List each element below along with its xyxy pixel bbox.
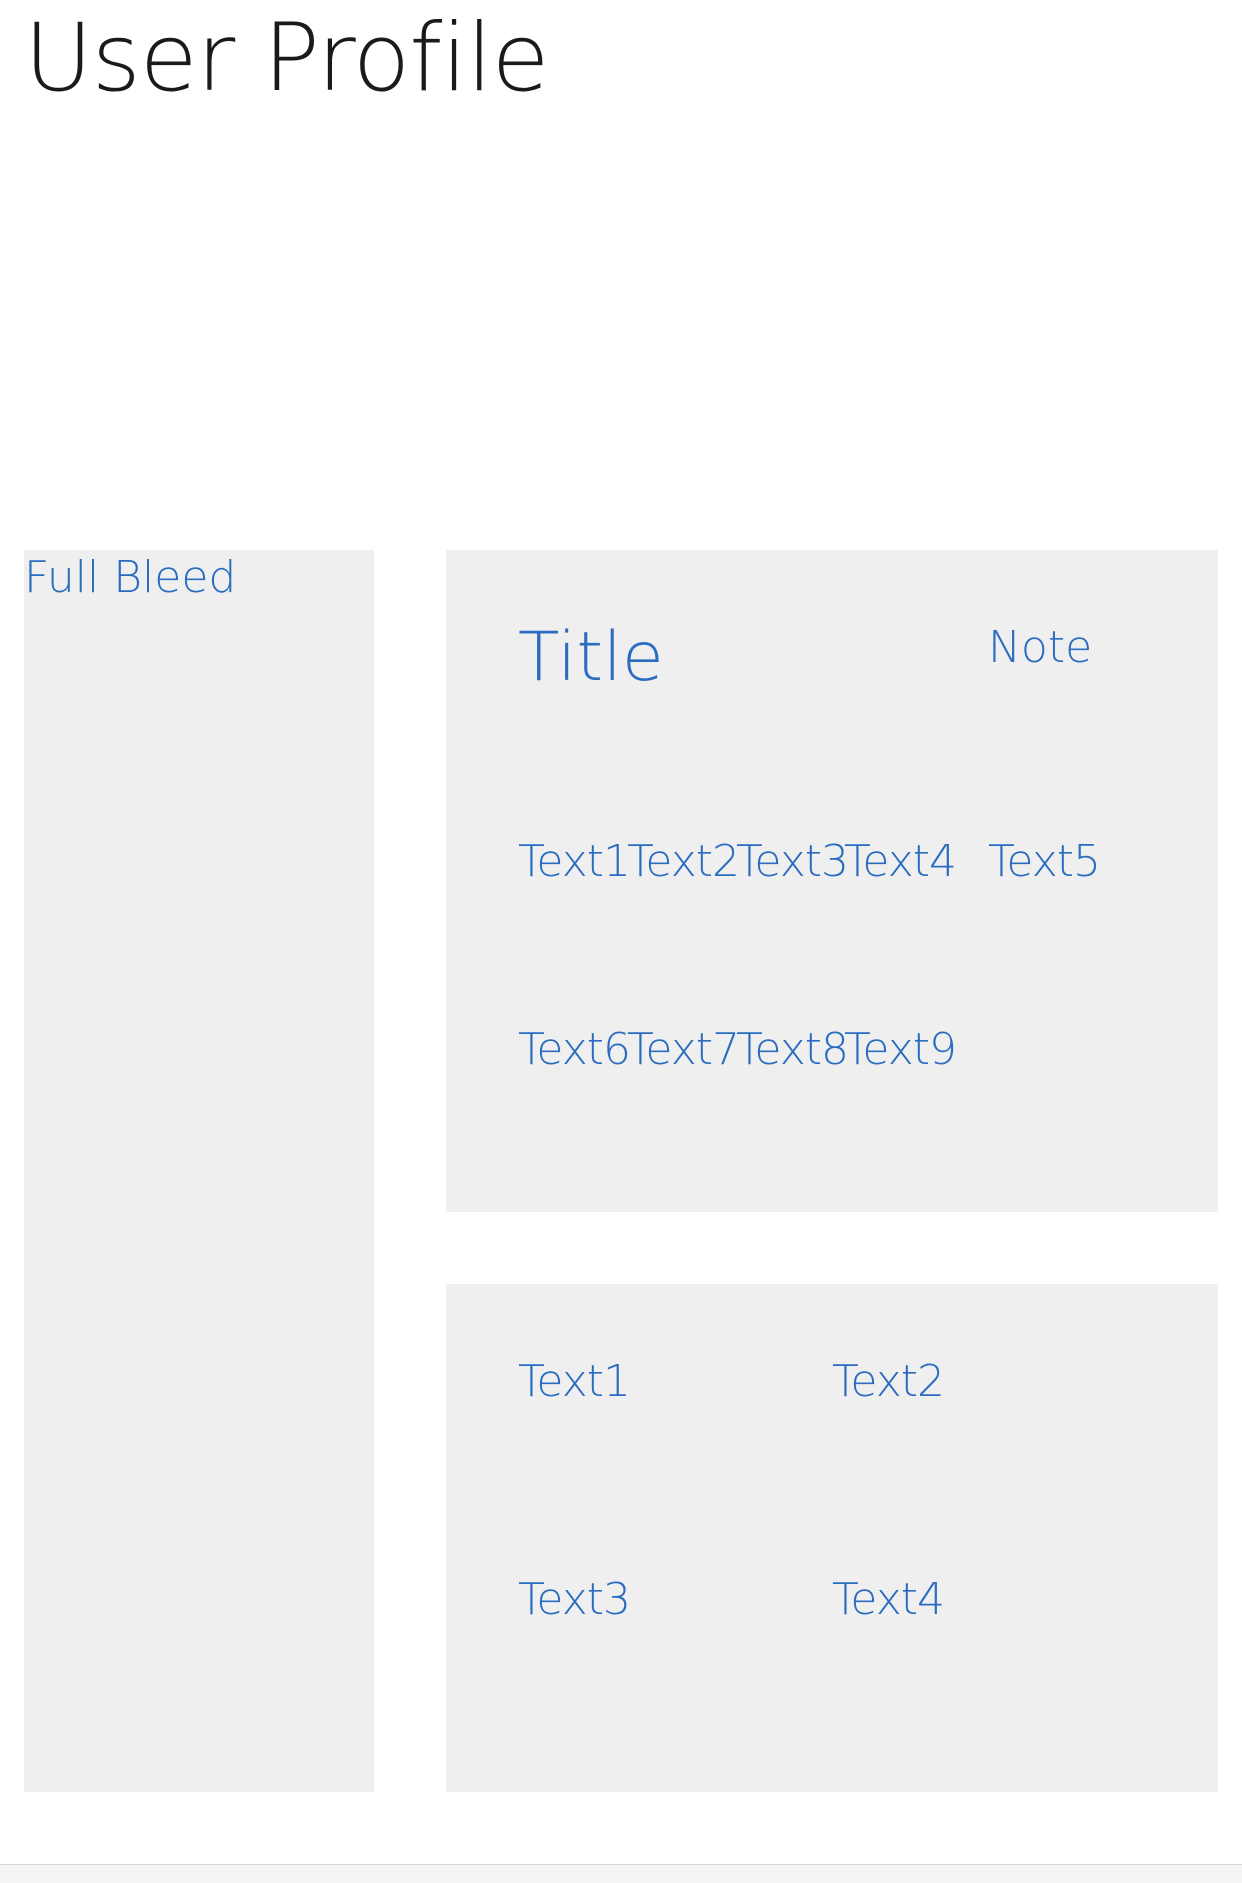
profile-text-1: Text1 bbox=[518, 836, 631, 887]
card-note: Note bbox=[988, 622, 1093, 673]
page-title: User Profile bbox=[24, 4, 549, 113]
profile-text-4: Text4 bbox=[844, 836, 957, 887]
full-bleed-label: Full Bleed bbox=[24, 552, 237, 603]
profile-card: Title Note Text1 Text2 Text3 Text4 Text5… bbox=[446, 550, 1218, 1212]
profile-text-7: Text7 bbox=[627, 1024, 740, 1075]
details-text-2: Text2 bbox=[832, 1356, 945, 1407]
details-text-1: Text1 bbox=[518, 1356, 631, 1407]
profile-text-9: Text9 bbox=[844, 1024, 957, 1075]
profile-text-2: Text2 bbox=[627, 836, 740, 887]
profile-text-8: Text8 bbox=[736, 1024, 849, 1075]
details-card: Text1 Text2 Text3 Text4 bbox=[446, 1284, 1218, 1792]
card-title: Title bbox=[518, 618, 664, 697]
full-bleed-panel: Full Bleed bbox=[24, 550, 374, 1792]
profile-text-3: Text3 bbox=[736, 836, 849, 887]
details-text-3: Text3 bbox=[518, 1574, 631, 1625]
profile-text-6: Text6 bbox=[518, 1024, 631, 1075]
bottom-edge-bar bbox=[0, 1864, 1242, 1883]
profile-text-5: Text5 bbox=[988, 836, 1101, 887]
details-text-4: Text4 bbox=[832, 1574, 945, 1625]
